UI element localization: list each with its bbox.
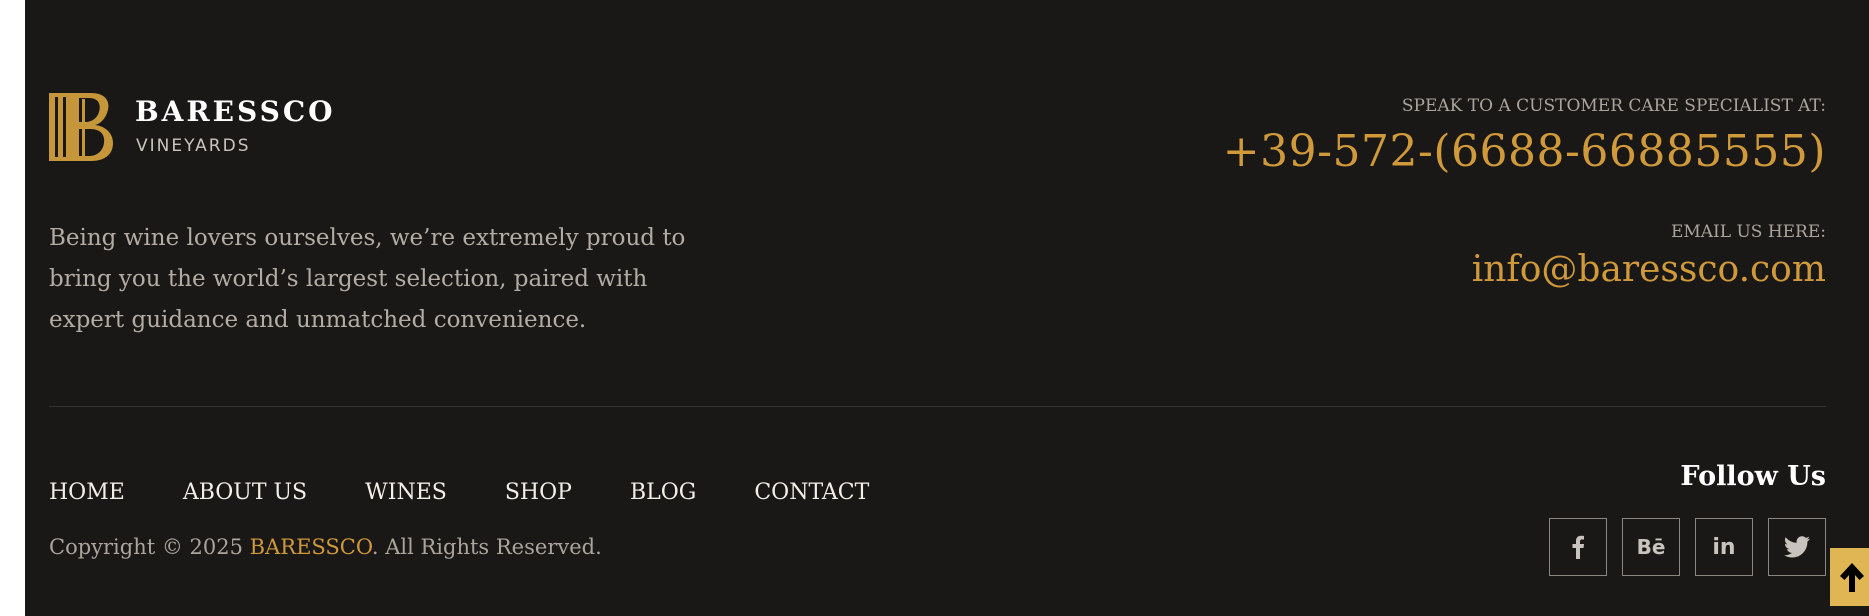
email-link[interactable]: info@baressco.com xyxy=(1223,247,1826,293)
copyright-prefix: Copyright © 2025 xyxy=(49,535,250,559)
twitter-button[interactable] xyxy=(1768,518,1826,576)
behance-button[interactable]: Bē xyxy=(1622,518,1680,576)
facebook-icon xyxy=(1572,535,1584,559)
copyright: Copyright © 2025 BARESSCO. All Rights Re… xyxy=(49,532,602,562)
footer-nav: HOME ABOUT US WINES SHOP BLOG CONTACT xyxy=(49,477,927,509)
nav-blog[interactable]: BLOG xyxy=(630,477,696,509)
nav-contact[interactable]: CONTACT xyxy=(754,477,869,509)
scroll-to-top-button[interactable] xyxy=(1830,548,1869,606)
copyright-brand-link[interactable]: BARESSCO xyxy=(250,535,372,559)
twitter-icon xyxy=(1784,536,1810,558)
follow-us-heading: Follow Us xyxy=(1680,461,1826,492)
linkedin-button[interactable]: in xyxy=(1695,518,1753,576)
linkedin-icon: in xyxy=(1712,534,1736,560)
brand-subtitle: VINEYARDS xyxy=(136,136,251,156)
behance-icon: Bē xyxy=(1636,535,1666,559)
brand-name: BARESSCO xyxy=(135,95,336,128)
facebook-button[interactable] xyxy=(1549,518,1607,576)
nav-shop[interactable]: SHOP xyxy=(505,477,572,509)
site-footer: BARESSCO VINEYARDS Being wine lovers our… xyxy=(25,0,1869,616)
footer-tagline: Being wine lovers ourselves, we’re extre… xyxy=(49,225,686,333)
logo-text: BARESSCO VINEYARDS xyxy=(135,93,336,157)
nav-wines[interactable]: WINES xyxy=(365,477,447,509)
brand-logo[interactable]: BARESSCO VINEYARDS xyxy=(49,93,336,161)
nav-about-us[interactable]: ABOUT US xyxy=(183,477,307,509)
email-label: EMAIL US HERE: xyxy=(1670,222,1826,242)
contact-block: SPEAK TO A CUSTOMER CARE SPECIALIST AT: … xyxy=(1223,96,1826,293)
social-links: Bē in xyxy=(1534,518,1826,576)
nav-home[interactable]: HOME xyxy=(49,477,125,509)
phone-link[interactable]: +39-572-(6688-66885555) xyxy=(1223,124,1826,180)
logo-mark-icon xyxy=(49,93,113,161)
copyright-suffix: . All Rights Reserved. xyxy=(371,535,602,559)
footer-divider xyxy=(49,406,1826,407)
phone-label: SPEAK TO A CUSTOMER CARE SPECIALIST AT: xyxy=(1401,96,1826,116)
arrow-up-icon xyxy=(1840,563,1864,592)
